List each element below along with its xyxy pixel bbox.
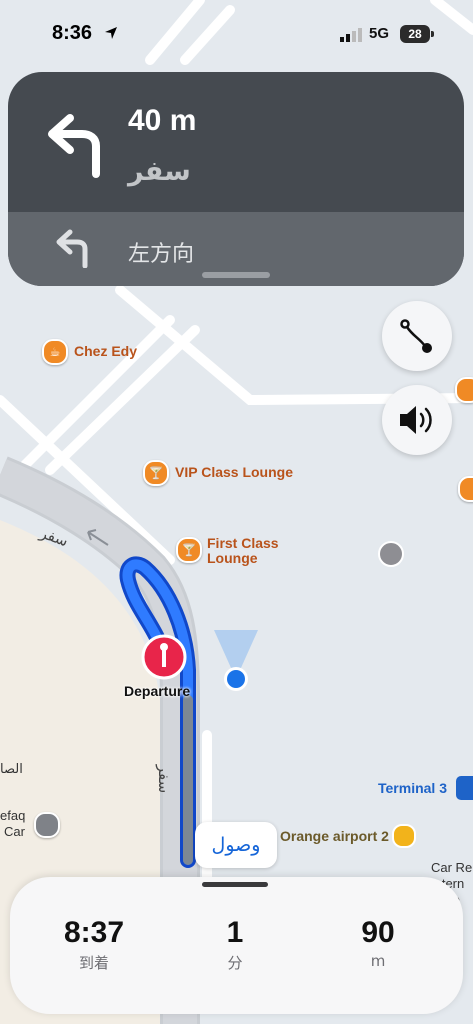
maneuver-card[interactable]: 40 m سفر 左方向 <box>8 72 464 286</box>
bar-icon[interactable]: 🍸 <box>176 537 202 563</box>
poi-left-label: الصا <box>0 762 23 777</box>
poi-refaq-line1: efaq <box>0 808 26 823</box>
poi-orange-airport[interactable]: Orange airport 2 <box>280 828 389 844</box>
departure-pin[interactable] <box>141 634 187 680</box>
poi-first-lounge-line1[interactable]: First Class <box>207 536 279 551</box>
next-instruction: 左方向 <box>128 242 195 267</box>
departure-label: Departure <box>124 683 191 699</box>
bar-icon[interactable]: 🍸 <box>143 460 169 486</box>
next-maneuver: 左方向 <box>8 212 464 286</box>
speaker-icon <box>400 406 432 434</box>
poi-chez-edy[interactable]: Chez Edy <box>74 344 137 359</box>
next-turn-left-icon <box>56 229 88 268</box>
distance-label: m <box>370 952 386 970</box>
poi-terminal[interactable]: Terminal 3 <box>378 780 447 796</box>
route-icon <box>400 319 432 353</box>
road-label-vertical: سفر <box>155 764 174 794</box>
network-type: 5G <box>369 25 390 42</box>
maneuver-distance: 40 m <box>128 104 197 137</box>
route-overview-button[interactable] <box>382 301 452 371</box>
cafe-icon[interactable]: ☕ <box>42 339 68 365</box>
arrival-time-stat: 8:37 到着 <box>54 916 134 973</box>
car-icon[interactable] <box>34 812 60 838</box>
maneuver-street: سفر <box>128 156 191 187</box>
signal-icon <box>340 28 362 42</box>
poi-first-lounge-line2[interactable]: Lounge <box>207 551 258 566</box>
restaurant-icon[interactable] <box>455 377 473 403</box>
audio-button[interactable] <box>382 385 452 455</box>
location-arrow-icon <box>105 27 117 39</box>
poi-refaq-line2: Car <box>4 824 25 839</box>
poi-car-rental-line1: Car Re <box>431 860 473 875</box>
minutes-stat: 1 分 <box>205 916 265 973</box>
card-grabber[interactable] <box>202 272 270 278</box>
clock: 8:36 <box>52 22 93 44</box>
minutes-value: 1 <box>226 916 244 949</box>
current-maneuver: 40 m سفر <box>8 72 464 212</box>
status-bar: 8:36 5G 28 <box>0 0 473 64</box>
turn-left-icon <box>48 114 100 178</box>
distance-value: 90 <box>361 916 395 949</box>
poi-vip-lounge[interactable]: VIP Class Lounge <box>175 465 293 480</box>
airport-icon[interactable] <box>456 776 473 800</box>
tray-grabber[interactable] <box>202 882 268 887</box>
battery-indicator: 28 <box>400 25 434 43</box>
minutes-label: 分 <box>227 954 243 972</box>
arrival-time-value: 8:37 <box>63 916 125 949</box>
distance-stat: 90 m <box>348 916 408 970</box>
food-icon[interactable] <box>458 476 473 502</box>
arrival-time-label: 到着 <box>78 954 109 972</box>
arrival-bubble[interactable]: وصول <box>195 822 277 868</box>
phone-shop-icon[interactable] <box>392 824 416 848</box>
